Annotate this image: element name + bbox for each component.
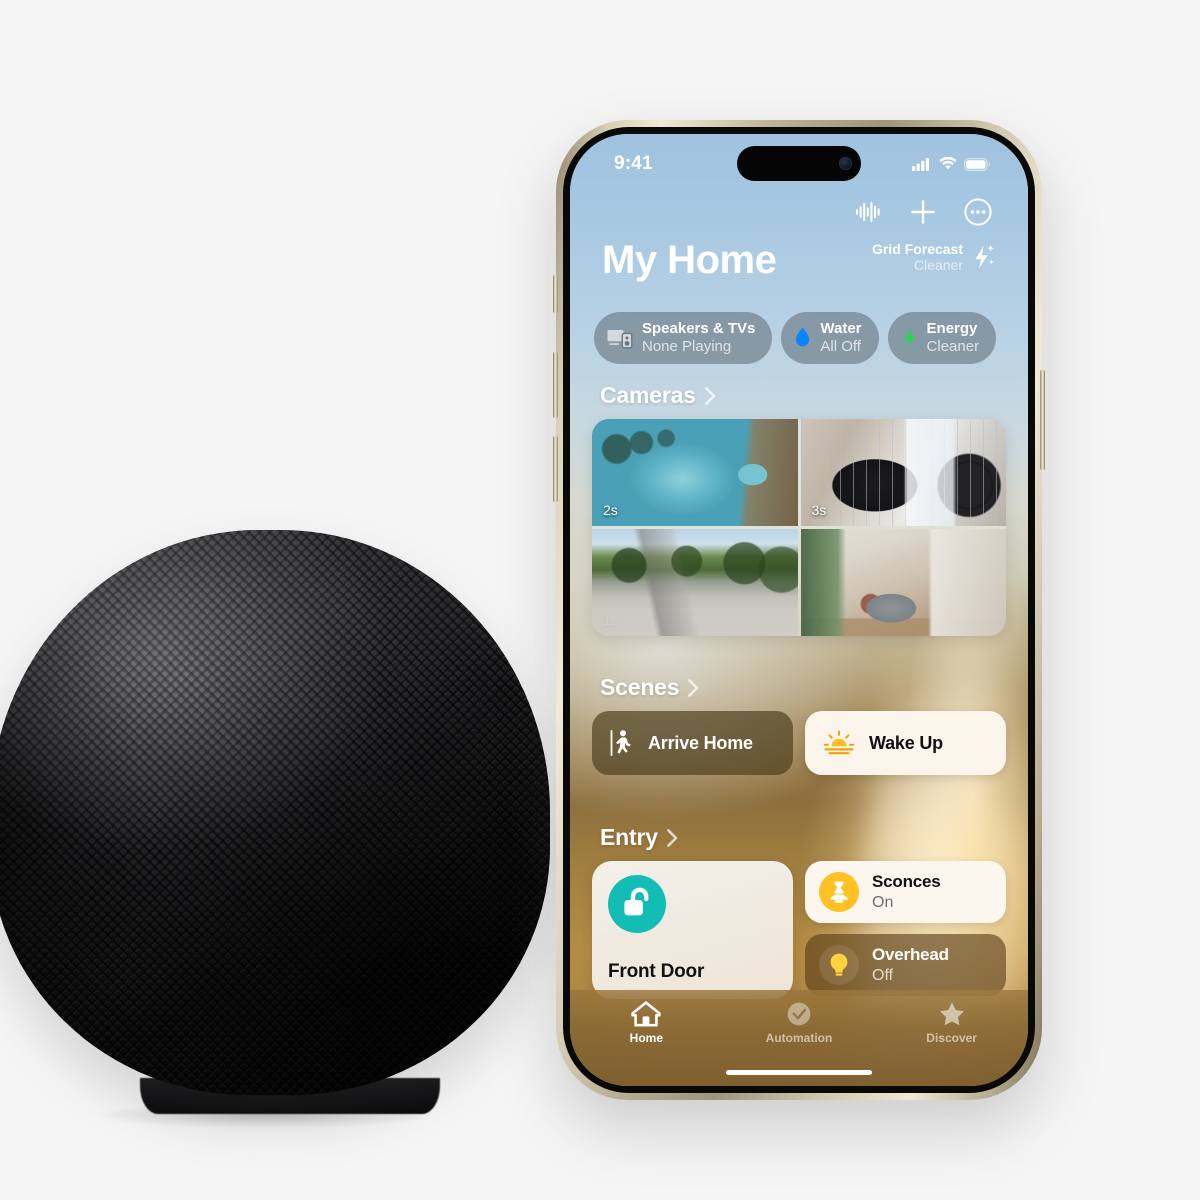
header-icon-row (570, 190, 1028, 234)
camera-tile-garage[interactable]: 3s (800, 419, 1006, 526)
pill-title: Speakers & TVs (642, 320, 756, 338)
entry-grid: Front Door Sconces On Overhead Off (570, 861, 1028, 999)
accessory-name: Sconces (872, 872, 941, 892)
tab-automation[interactable]: Automation (744, 1001, 854, 1045)
wall-sconce-icon (819, 872, 859, 912)
homepod-shading (0, 530, 550, 1095)
entry-section-header[interactable]: Entry (570, 824, 1028, 861)
grid-forecast-value: Cleaner (913, 257, 963, 274)
status-bar-time: 9:41 (614, 153, 653, 174)
volume-down-button[interactable] (553, 436, 558, 502)
camera-tile-living-room[interactable]: 4s (800, 529, 1006, 636)
sunrise-icon (823, 730, 855, 755)
cameras-section-title: Cameras (600, 382, 696, 408)
siri-waveform-icon[interactable] (856, 201, 882, 223)
accessory-name: Overhead (872, 945, 949, 965)
plus-icon[interactable] (909, 198, 937, 226)
homepod-mesh-body (0, 530, 550, 1095)
camera-grid: 2s 3s 1s 4s (592, 419, 1006, 636)
tab-label: Discover (926, 1031, 977, 1045)
more-ellipsis-icon[interactable] (964, 198, 992, 226)
title-row: My Home Grid Forecast Cleaner (570, 234, 1028, 280)
card-sconces[interactable]: Sconces On (805, 861, 1006, 923)
clock-check-icon (787, 1002, 811, 1026)
tab-label: Home (629, 1031, 663, 1045)
side-power-button[interactable] (1040, 370, 1045, 470)
star-icon (939, 1002, 964, 1026)
pill-text: Water All Off (820, 320, 861, 355)
cameras-section-header[interactable]: Cameras (570, 382, 1028, 419)
chevron-right-icon (704, 386, 716, 405)
battery-icon (964, 157, 990, 171)
cellular-signal-icon (912, 158, 929, 171)
unlocked-padlock-icon (608, 875, 666, 933)
pill-title: Energy (926, 320, 978, 338)
camera-tile-pool[interactable]: 2s (592, 419, 798, 526)
phone-screen: 9:41 My Home Grid Forecast Cleaner Speak… (570, 134, 1028, 1086)
grid-forecast-label: Grid Forecast (871, 240, 963, 257)
entry-section-title: Entry (600, 824, 658, 850)
scene-label: Arrive Home (648, 732, 753, 753)
scene-arrive-home[interactable]: Arrive Home (592, 711, 793, 775)
walking-person-icon (610, 730, 631, 756)
status-bar-indicators (912, 151, 990, 171)
action-button[interactable] (553, 275, 558, 313)
chevron-right-icon (688, 678, 699, 697)
iphone-device: 9:41 My Home Grid Forecast Cleaner Speak… (553, 120, 1045, 1100)
accessory-state: Off (872, 966, 894, 984)
tab-discover[interactable]: Discover (897, 1001, 1007, 1045)
grid-forecast-widget[interactable]: Grid Forecast Cleaner (872, 241, 996, 280)
pill-water[interactable]: Water All Off (781, 312, 879, 364)
home-app-header: My Home Grid Forecast Cleaner (570, 190, 1028, 280)
card-front-door[interactable]: Front Door (592, 861, 793, 999)
card-overhead[interactable]: Overhead Off (805, 934, 1006, 996)
accessory-text: Sconces On (872, 872, 941, 912)
pill-subtitle: All Off (820, 338, 861, 355)
tv-speaker-icon (607, 330, 633, 349)
house-icon (631, 1001, 662, 1027)
volume-up-button[interactable] (553, 352, 558, 418)
wifi-icon (939, 157, 957, 170)
camera-timestamp: 1s (603, 612, 618, 628)
dynamic-island (737, 146, 861, 181)
pill-subtitle: None Playing (642, 338, 732, 355)
grid-forecast-text: Grid Forecast Cleaner (872, 241, 963, 274)
energy-bolt-icon (902, 327, 916, 349)
camera-timestamp: 3s (811, 502, 827, 518)
chevron-right-icon (666, 828, 678, 847)
cameras-section: Cameras 2s 3s 1s 4s (570, 382, 1028, 636)
light-bulb-icon (819, 945, 859, 985)
accessory-state: On (872, 893, 894, 911)
pill-energy[interactable]: Energy Cleaner (887, 312, 997, 364)
status-pill-row: Speakers & TVs None Playing Water All Of… (570, 312, 1028, 364)
camera-timestamp: 4s (811, 612, 827, 628)
page-title: My Home (602, 238, 777, 282)
scene-label: Wake Up (869, 732, 943, 753)
pill-subtitle: Cleaner (926, 338, 980, 355)
camera-tile-driveway[interactable]: 1s (592, 529, 798, 636)
water-drop-icon (796, 327, 810, 347)
tab-label: Automation (765, 1031, 833, 1045)
scene-wake-up[interactable]: Wake Up (805, 711, 1006, 775)
pill-title: Water (820, 320, 862, 338)
scenes-section-header[interactable]: Scenes (570, 674, 1028, 711)
homepod-mini-speaker (0, 530, 570, 1134)
scene-row: Arrive Home Wake Up (570, 711, 1028, 775)
scenes-section-title: Scenes (600, 674, 680, 700)
entry-left-column: Front Door (592, 861, 793, 999)
clean-energy-bolt-icon (975, 245, 994, 270)
pill-text: Speakers & TVs None Playing (642, 320, 755, 355)
pill-text: Energy Cleaner (927, 320, 980, 355)
front-camera-icon (839, 157, 852, 170)
entry-right-column: Sconces On Overhead Off (805, 861, 1006, 999)
tab-home[interactable]: Home (591, 1001, 701, 1045)
accessory-text: Overhead Off (872, 945, 949, 985)
front-door-label: Front Door (608, 961, 705, 982)
pill-speakers-and-tvs[interactable]: Speakers & TVs None Playing (594, 312, 773, 364)
entry-section: Entry Front Door Sconces On Overhead Off (570, 824, 1028, 999)
camera-timestamp: 2s (603, 502, 618, 518)
scenes-section: Scenes Arrive Home Wake Up (570, 674, 1028, 775)
home-indicator[interactable] (726, 1070, 872, 1075)
